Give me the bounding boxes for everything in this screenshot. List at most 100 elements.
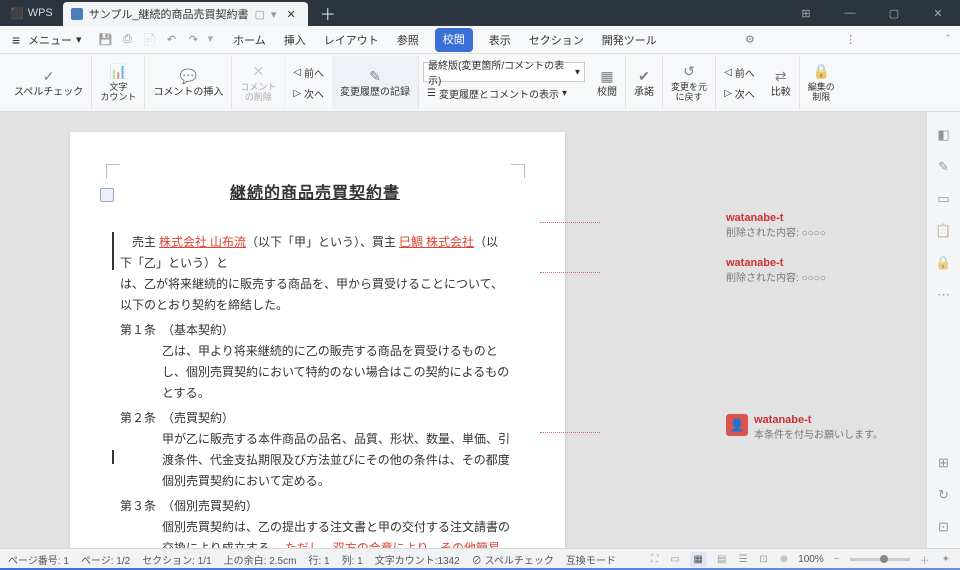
article-1: 第１条 （基本契約） (120, 320, 510, 341)
spellcheck-button[interactable]: ✓ スペルチェック (6, 56, 92, 109)
qat-save-icon[interactable]: 💾 (98, 32, 114, 48)
printlayout-icon[interactable]: ▦ (690, 552, 707, 567)
tab-reference[interactable]: 参照 (395, 28, 421, 52)
settings-icon[interactable]: ⊡ (935, 518, 953, 536)
comment-author: watanabe-t (726, 212, 918, 224)
status-spellcheck[interactable]: スペルチェック (485, 556, 554, 567)
display-mode-dropdown[interactable]: 最終版(変更箇所/コメントの表示)▾ (423, 62, 585, 82)
document-area[interactable]: 継続的商品売買契約書 売主 株式会社 山布流（以下「甲」という）、買主 巳鯛 株… (0, 112, 926, 548)
tab-home[interactable]: ホーム (231, 28, 268, 52)
document-tab[interactable]: サンプル_継続的商品売買契約書 ▢ ▾ ✕ (63, 2, 308, 26)
maximize-button[interactable]: ▢ (872, 0, 916, 26)
tab-section[interactable]: セクション (527, 28, 586, 52)
zoom-in-button[interactable]: ＋ (918, 552, 932, 567)
property-icon[interactable]: ⊞ (935, 454, 953, 472)
article-body: 乙は、甲より将来継続的に乙の販売する商品を買受けるものとし、個別売買契約において… (120, 341, 510, 404)
doc-type-icon (71, 8, 83, 20)
track-changes-button[interactable]: ✎ 変更履歴の記録 (332, 56, 419, 109)
comments-pane: watanabe-t 削除された内容: ○○○○ watanabe-t 削除され… (726, 112, 926, 548)
section-indicator-icon[interactable] (100, 188, 114, 202)
wordcount-button[interactable]: 📊 文字 カウント (92, 56, 145, 109)
tracked-insert-seller: 株式会社 山布流 (159, 235, 246, 249)
next-icon: ▷ (293, 88, 301, 99)
wps-menu-icon[interactable]: ⊞ (784, 0, 828, 26)
minimize-button[interactable]: — (828, 0, 872, 26)
tab-menu-icon[interactable]: ▾ (271, 8, 277, 21)
zoom-out-button[interactable]: − (832, 554, 842, 565)
status-compat-mode: 互換モード (566, 552, 616, 567)
prev-icon: ◁ (293, 67, 301, 78)
readmode-icon[interactable]: ▭ (668, 554, 681, 565)
accept-button[interactable]: ✔ 承諾 (626, 56, 663, 109)
qat-preview-icon[interactable]: 📄 (142, 32, 158, 48)
tab-developer[interactable]: 開発ツール (600, 28, 659, 52)
article-title: （基本契約） (168, 323, 234, 337)
zoom-slider[interactable] (850, 558, 910, 561)
article-body: 甲が乙に販売する本件商品の品名、品質、形状、数量、単価、引渡条件、代金支払期限及… (120, 429, 510, 492)
spellcheck-icon: ✓ (40, 67, 58, 85)
tab-layout[interactable]: レイアウト (322, 28, 381, 52)
zoom-level[interactable]: 100% (798, 554, 824, 565)
lock-icon[interactable]: 🔒 (935, 254, 953, 272)
spellcheck-label: スペルチェック (14, 87, 83, 98)
restrict-edit-button[interactable]: 🔒 編集の 制限 (800, 56, 843, 109)
comment-text: 削除された内容: ○○○○ (726, 228, 826, 239)
tab-comment-icon[interactable]: ▢ (255, 8, 265, 21)
text-fragment: （以下「甲」という）、買主 (246, 235, 399, 249)
fullscreen-icon[interactable]: ⛶ (649, 554, 660, 565)
document-page[interactable]: 継続的商品売買契約書 売主 株式会社 山布流（以下「甲」という）、買主 巳鯛 株… (70, 132, 565, 548)
history-icon[interactable]: ↻ (935, 486, 953, 504)
document-tab-title: サンプル_継続的商品売買契約書 (89, 6, 249, 22)
chevron-down-icon: ▾ (562, 88, 567, 99)
main-menu-button[interactable]: メニュー ▾ (6, 30, 88, 50)
revision-balloon[interactable]: watanabe-t 削除された内容: ○○○○ (726, 257, 918, 284)
next-change-button[interactable]: ▷次へ (720, 84, 759, 103)
status-section[interactable]: セクション: 1/1 (142, 552, 211, 567)
select-icon[interactable]: ▭ (935, 190, 953, 208)
insert-comment-button[interactable]: 💬 コメントの挿入 (145, 56, 232, 109)
status-column: 列: 1 (342, 552, 363, 567)
optimize-icon[interactable]: ✦ (940, 554, 952, 565)
tracked-insert-buyer: 巳鯛 株式会社 (399, 235, 474, 249)
qat-print-icon[interactable]: ⎙ (120, 32, 136, 48)
display-detail-button[interactable]: ☰変更履歴とコメントの表示▾ (423, 84, 585, 103)
close-tab-button[interactable]: ✕ (283, 8, 300, 21)
check-icon: ⊘ (472, 556, 482, 567)
crop-mark-tl (106, 164, 120, 178)
close-window-button[interactable]: ✕ (916, 0, 960, 26)
collapse-ribbon-icon[interactable]: ˆ (942, 34, 954, 46)
prev-comment-button[interactable]: ◁前へ (289, 63, 328, 82)
new-tab-button[interactable]: ＋ (308, 1, 348, 25)
next-comment-button[interactable]: ▷次へ (289, 84, 328, 103)
more-vertical-icon[interactable]: ⋮ (841, 33, 860, 46)
outline-icon[interactable]: ☰ (736, 554, 749, 565)
next-icon: ▷ (724, 88, 732, 99)
prev-change-button[interactable]: ◁前へ (720, 63, 759, 82)
status-page[interactable]: ページ: 1/2 (81, 552, 130, 567)
toggle-panel-icon[interactable]: ◧ (935, 126, 953, 144)
status-charcount[interactable]: 文字カウント:1342 (375, 552, 460, 567)
weblayout-icon[interactable]: ▤ (715, 554, 728, 565)
compare-button[interactable]: ⇄ 比較 (763, 56, 800, 109)
comment-balloon[interactable]: 👤 watanabe-t 本条件を付与お願いします。 (726, 414, 918, 441)
review-pane-label: 校閲 (597, 87, 617, 98)
qat-redo-icon[interactable]: ↷ (186, 32, 202, 48)
settings-gear-icon[interactable]: ⚙ (741, 33, 759, 46)
qat-undo-icon[interactable]: ↶ (164, 32, 180, 48)
review-pane-button[interactable]: ▦ 校閲 (589, 56, 626, 109)
revision-balloon[interactable]: watanabe-t 削除された内容: ○○○○ (726, 212, 918, 239)
track-changes-icon: ✎ (366, 67, 384, 85)
more-icon[interactable]: ⋯ (935, 286, 953, 304)
pencil-icon[interactable]: ✎ (935, 158, 953, 176)
revert-button[interactable]: ↺ 変更を元 に戻す (663, 56, 716, 109)
tab-review[interactable]: 校閲 (435, 28, 473, 52)
display-mode-value: 最終版(変更箇所/コメントの表示) (428, 57, 575, 87)
comment-text: 削除された内容: ○○○○ (726, 273, 826, 284)
crop-mark-tr (511, 164, 525, 178)
tab-insert[interactable]: 挿入 (282, 28, 308, 52)
clipboard-icon[interactable]: 📋 (935, 222, 953, 240)
status-page-number[interactable]: ページ番号: 1 (8, 552, 69, 567)
fit-icon[interactable]: ⊕ (778, 554, 790, 565)
draft-icon[interactable]: ⊡ (757, 554, 769, 565)
tab-view[interactable]: 表示 (487, 28, 513, 52)
